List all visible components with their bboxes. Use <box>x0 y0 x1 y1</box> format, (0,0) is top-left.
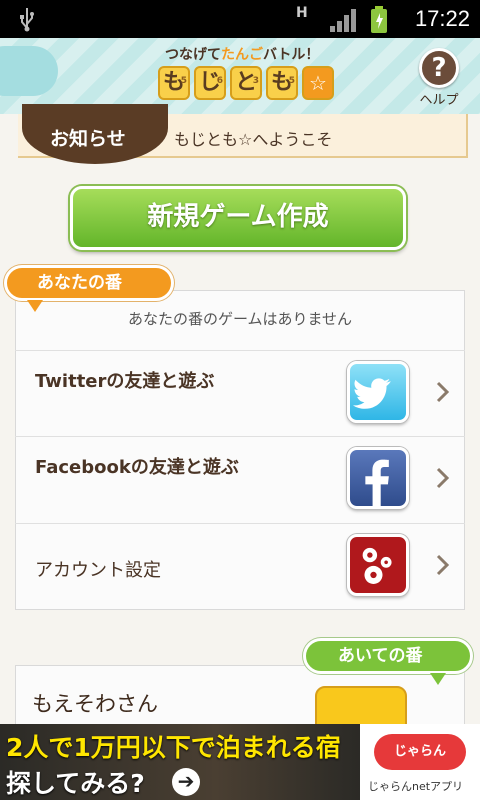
header-left-pill <box>0 46 58 96</box>
signal-icon <box>330 9 356 32</box>
opponent-turn-tab: あいての番 <box>303 638 473 685</box>
row-label: Twitterの友達と遊ぶ <box>35 371 215 392</box>
star-icon: ☆ <box>302 66 334 100</box>
chevron-right-icon <box>436 554 450 576</box>
network-type: H <box>296 5 308 21</box>
ad-subline: 探してみる? <box>6 769 145 798</box>
ad-banner[interactable]: 2人で1万円以下で泊まれる宿 探してみる? ➔ じゃらん じゃらんnetアプリ <box>0 724 480 800</box>
battery-icon <box>371 6 387 33</box>
logo-tile: じ6 <box>194 66 226 100</box>
arrow-right-icon: ➔ <box>172 768 200 796</box>
logo-subtitle: つなげてたんごバトル！ <box>165 47 320 63</box>
account-settings-row[interactable]: アカウント設定 <box>15 523 465 609</box>
row-label: アカウント設定 <box>35 560 161 581</box>
ad-headline: 2人で1万円以下で泊まれる宿 <box>6 733 341 762</box>
chevron-right-icon <box>436 381 450 403</box>
usb-icon <box>20 8 34 32</box>
twitter-friends-row[interactable]: Twitterの友達と遊ぶ <box>15 350 465 436</box>
app-header: つなげてたんごバトル！ も5 じ6 と3 も5 ☆ ? ヘルプ <box>0 38 480 114</box>
ad-brand: じゃらん じゃらんnetアプリ <box>360 724 480 800</box>
logo-tile: も5 <box>158 66 190 100</box>
account-settings-icon <box>347 534 409 596</box>
twitter-icon <box>347 361 409 423</box>
help-icon: ? <box>419 48 459 88</box>
logo: も5 じ6 と3 も5 ☆ <box>158 66 334 100</box>
facebook-icon <box>347 447 409 509</box>
logo-tile: も5 <box>266 66 298 100</box>
your-turn-tab: あなたの番 <box>4 265 174 312</box>
ad-brand-badge: じゃらん <box>374 734 466 770</box>
row-label: Facebookの友達と遊ぶ <box>35 457 239 478</box>
help-button[interactable]: ? ヘルプ <box>416 48 462 108</box>
opponent-game-name[interactable]: もえそわさん <box>32 688 158 718</box>
chevron-right-icon <box>436 467 450 489</box>
ad-brand-text: じゃらんnetアプリ <box>368 780 464 793</box>
empty-message: あなたの番のゲームはありません <box>127 310 353 328</box>
clock: 17:22 <box>414 6 470 31</box>
status-bar: H 17:22 <box>0 0 480 38</box>
facebook-friends-row[interactable]: Facebookの友達と遊ぶ <box>15 436 465 522</box>
new-game-button[interactable]: 新規ゲーム作成 <box>70 186 406 250</box>
news-text[interactable]: もじとも☆へようこそ <box>174 126 332 150</box>
logo-tile: と3 <box>230 66 262 100</box>
help-label: ヘルプ <box>419 93 459 108</box>
